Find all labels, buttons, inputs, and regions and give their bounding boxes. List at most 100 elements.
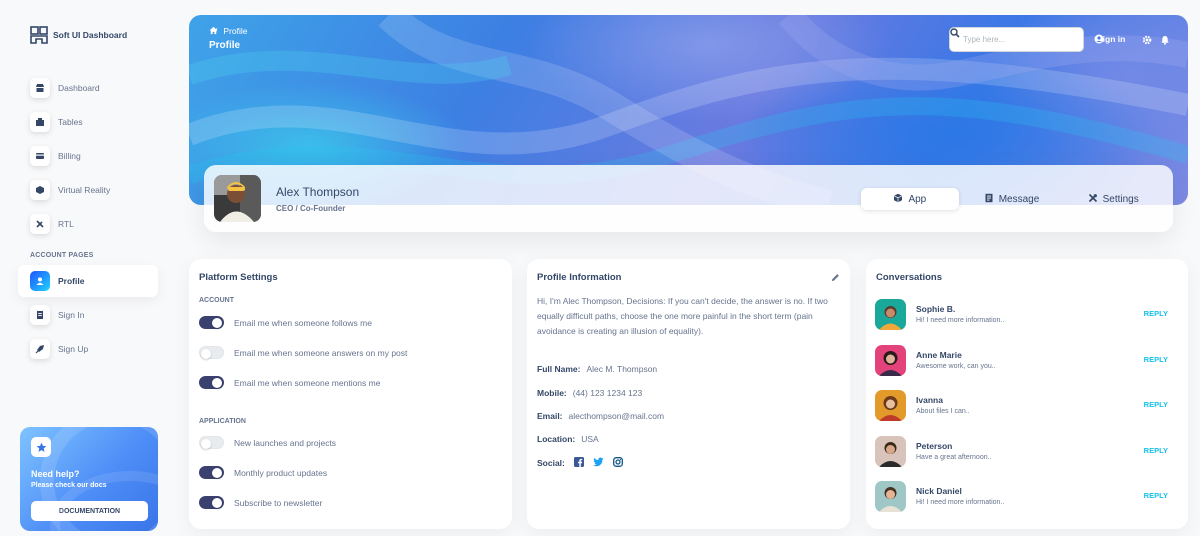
info-key: Email: (537, 411, 563, 421)
info-row-social: Social: (537, 457, 623, 469)
search-field[interactable] (949, 27, 1084, 52)
pencil-icon[interactable] (831, 269, 840, 287)
avatar (875, 390, 906, 421)
toggle-label: Email me when someone mentions me (234, 377, 381, 388)
toggle-row: Email me when someone mentions me (199, 376, 380, 389)
reply-button[interactable]: REPLY (1144, 400, 1168, 409)
profile-role: CEO / Co-Founder (276, 204, 346, 213)
info-row-location: Location: USA (537, 434, 599, 444)
newsletter-toggle[interactable] (199, 496, 224, 509)
toggle-row: Email me when someone answers on my post (199, 346, 407, 359)
profile-description: Hi, I'm Alec Thompson, Decisions: If you… (537, 296, 828, 336)
sidebar-item-billing[interactable]: Billing (18, 140, 158, 172)
platform-settings-card: Platform Settings ACCOUNT Email me when … (189, 259, 512, 529)
customer-support-icon (30, 271, 50, 291)
documentation-button[interactable]: DOCUMENTATION (31, 501, 148, 521)
list-item: Anne Marie Awesome work, can you.. REPLY (875, 345, 1178, 377)
building-logo-icon (30, 26, 48, 44)
settings-tools-icon (30, 214, 50, 234)
conversation-name: Anne Marie (916, 350, 962, 360)
settings-section-account: ACCOUNT (199, 297, 234, 304)
info-key: Location: (537, 434, 576, 444)
info-row-mobile: Mobile: (44) 123 1234 123 (537, 388, 642, 398)
avatar (214, 175, 261, 222)
help-title: Need help? (31, 469, 80, 479)
info-row-full-name: Full Name: Alec M. Thompson (537, 364, 657, 374)
card-title: Platform Settings (199, 272, 278, 283)
tab-message[interactable]: Message (963, 188, 1061, 210)
sidebar-item-profile[interactable]: Profile (18, 265, 158, 297)
conversations-card: Conversations Sophie B. Hi! I need more … (866, 259, 1188, 529)
toggle-row: Subscribe to newsletter (199, 496, 322, 509)
toggle-row: New launches and projects (199, 436, 336, 449)
sidebar-item-sign-in[interactable]: Sign In (18, 299, 158, 331)
info-value: USA (581, 434, 599, 444)
reply-button[interactable]: REPLY (1144, 309, 1168, 318)
sidebar-item-label: RTL (58, 219, 74, 229)
sidebar-item-label: Sign In (58, 310, 85, 320)
sidebar-item-label: Billing (58, 151, 81, 161)
info-key: Full Name: (537, 364, 581, 374)
sign-in-link[interactable]: Sign in (1094, 34, 1125, 44)
reply-button[interactable]: REPLY (1144, 355, 1168, 364)
toggle-row: Monthly product updates (199, 466, 327, 479)
card-title: Conversations (876, 272, 942, 283)
sidebar-item-label: Tables (58, 117, 83, 127)
star-icon (31, 437, 51, 457)
sidebar-item-dashboard[interactable]: Dashboard (18, 72, 158, 104)
sidebar-section-title: ACCOUNT PAGES (30, 252, 94, 259)
reply-button[interactable]: REPLY (1144, 446, 1168, 455)
launches-toggle[interactable] (199, 436, 224, 449)
list-item: Sophie B. Hi! I need more information.. … (875, 299, 1178, 331)
toggle-label: Monthly product updates (234, 467, 328, 478)
help-card: Need help? Please check our docs DOCUMEN… (20, 427, 158, 531)
facebook-icon[interactable] (573, 457, 584, 469)
follow-email-toggle[interactable] (199, 316, 224, 329)
card-title: Profile Information (537, 272, 622, 283)
toggle-label: New launches and projects (234, 437, 337, 448)
search-input[interactable] (963, 35, 1063, 44)
tools-icon (1088, 193, 1098, 206)
conversation-message: Hi! I need more information.. (916, 317, 1005, 324)
document-icon (30, 305, 50, 325)
conversation-name: Sophie B. (916, 304, 956, 314)
info-row-email: Email: alecthompson@mail.com (537, 411, 664, 421)
list-item: Peterson Have a great afternoon.. REPLY (875, 436, 1178, 468)
twitter-icon[interactable] (592, 457, 604, 469)
info-value: alecthompson@mail.com (568, 411, 665, 421)
conversation-name: Nick Daniel (916, 486, 962, 496)
info-value: (44) 123 1234 123 (572, 388, 643, 398)
breadcrumb-current: Profile (223, 26, 248, 36)
sidebar-item-label: Virtual Reality (58, 185, 111, 195)
answer-email-toggle[interactable] (199, 346, 224, 359)
product-updates-toggle[interactable] (199, 466, 224, 479)
page-title: Profile (209, 40, 241, 51)
conversation-message: Have a great afternoon.. (916, 454, 992, 461)
profile-information-card: Profile Information Hi, I'm Alec Thompso… (527, 259, 850, 529)
info-key: Social: (537, 458, 565, 468)
sidebar-item-tables[interactable]: Tables (18, 106, 158, 138)
tab-settings[interactable]: Settings (1064, 188, 1162, 210)
sidebar-item-label: Profile (58, 276, 85, 286)
sidebar-item-rtl[interactable]: RTL (18, 208, 158, 240)
reply-button[interactable]: REPLY (1144, 491, 1168, 500)
toggle-label: Subscribe to newsletter (234, 497, 323, 508)
brand[interactable]: Soft UI Dashboard (30, 26, 127, 44)
sidebar-item-sign-up[interactable]: Sign Up (18, 333, 158, 365)
tab-app[interactable]: App (861, 188, 959, 210)
help-subtitle: Please check our docs (31, 482, 107, 489)
avatar (875, 345, 906, 376)
list-item: Ivanna About files I can.. REPLY (875, 390, 1178, 422)
cube-icon (893, 193, 903, 206)
list-item: Nick Daniel Hi! I need more information.… (875, 481, 1178, 513)
breadcrumb: / Profile (209, 26, 247, 36)
sidebar-item-label: Dashboard (58, 83, 100, 93)
conversation-name: Ivanna (916, 395, 943, 405)
sidebar-item-virtual-reality[interactable]: Virtual Reality (18, 174, 158, 206)
avatar (875, 436, 906, 467)
settings-section-application: APPLICATION (199, 418, 246, 425)
toggle-row: Email me when someone follows me (199, 316, 372, 329)
sidebar-item-label: Sign Up (58, 344, 89, 354)
instagram-icon[interactable] (612, 457, 623, 469)
mention-email-toggle[interactable] (199, 376, 224, 389)
